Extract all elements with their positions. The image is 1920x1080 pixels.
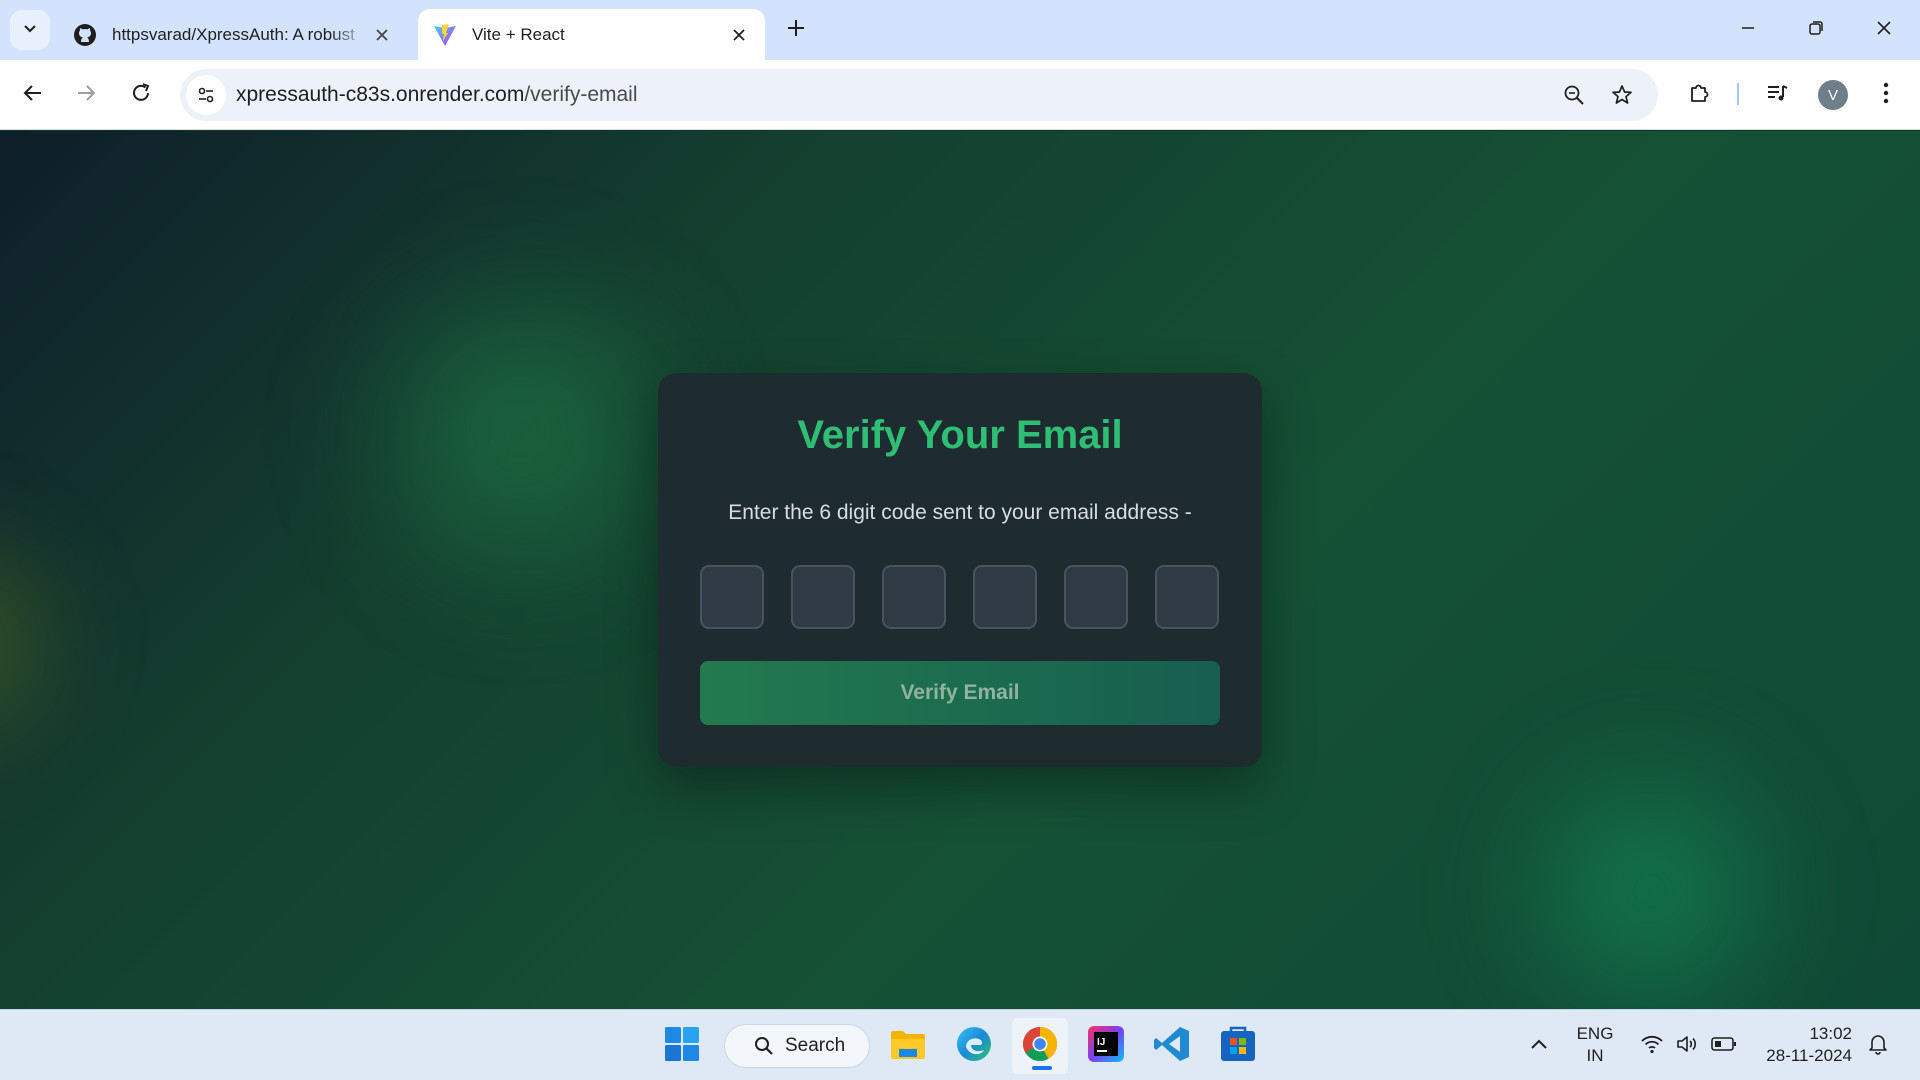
bell-icon — [1868, 1033, 1888, 1060]
code-digit-input-2[interactable] — [791, 565, 855, 629]
close-tab-icon[interactable] — [725, 21, 753, 49]
close-icon — [1876, 20, 1892, 41]
address-bar[interactable]: xpressauth-c83s.onrender.com/verify-emai… — [180, 69, 1658, 121]
reload-button[interactable] — [121, 75, 161, 115]
volume-status[interactable] — [1674, 1032, 1702, 1060]
search-label: Search — [785, 1035, 846, 1056]
code-digit-input-6[interactable] — [1155, 565, 1219, 629]
taskbar-microsoft-store[interactable] — [1210, 1018, 1266, 1074]
menu-button[interactable] — [1866, 75, 1906, 115]
tab-title: Vite + React — [472, 24, 565, 44]
taskbar-file-explorer[interactable] — [880, 1018, 936, 1074]
clock-time: 13:02 — [1809, 1024, 1852, 1043]
new-tab-button[interactable] — [780, 14, 812, 46]
clock[interactable]: 13:02 28-11-2024 — [1756, 1023, 1852, 1067]
close-window-button[interactable] — [1866, 12, 1902, 48]
background-glow — [1480, 721, 1820, 1009]
speaker-icon — [1676, 1034, 1700, 1059]
browser-tab-strip: httpsvarad/XpressAuth: A robust Vite + R… — [0, 0, 1920, 60]
minimize-button[interactable] — [1730, 12, 1766, 48]
search-icon — [753, 1035, 775, 1057]
bookmark-star-icon[interactable] — [1602, 75, 1642, 115]
code-digit-input-5[interactable] — [1064, 565, 1128, 629]
intellij-icon: IJ — [1087, 1025, 1125, 1068]
url-text: xpressauth-c83s.onrender.com/verify-emai… — [236, 83, 638, 107]
chrome-icon — [1021, 1025, 1059, 1068]
chevron-up-icon — [1530, 1037, 1548, 1055]
clock-date: 28-11-2024 — [1766, 1046, 1852, 1065]
instruction-text: Enter the 6 digit code sent to your emai… — [728, 501, 1192, 524]
avatar: V — [1818, 80, 1848, 110]
restore-button[interactable] — [1798, 12, 1834, 48]
active-app-indicator — [1032, 1066, 1052, 1070]
extensions-button[interactable] — [1679, 75, 1719, 115]
tab-title: httpsvarad/XpressAuth: A robust — [112, 24, 355, 44]
page-title: Verify Your Email — [797, 413, 1123, 457]
verify-email-button[interactable]: Verify Email — [700, 661, 1220, 725]
microsoft-store-icon — [1219, 1025, 1257, 1068]
taskbar-edge[interactable] — [946, 1018, 1002, 1074]
chevron-down-icon — [22, 20, 38, 41]
minimize-icon — [1740, 20, 1756, 41]
wifi-icon — [1640, 1034, 1664, 1059]
battery-status[interactable] — [1710, 1032, 1738, 1060]
tab-search-button[interactable] — [10, 10, 50, 50]
svg-text:IJ: IJ — [1097, 1037, 1105, 1048]
toolbar-divider — [1737, 83, 1739, 105]
edge-icon — [955, 1025, 993, 1068]
language-label: ENG — [1576, 1024, 1614, 1043]
forward-button[interactable] — [66, 75, 106, 115]
start-button[interactable] — [654, 1018, 710, 1074]
profile-button[interactable]: V — [1813, 75, 1853, 115]
verify-email-card: Verify Your Email Enter the 6 digit code… — [658, 373, 1262, 767]
tab-github[interactable]: httpsvarad/XpressAuth: A robust — [58, 9, 408, 60]
arrow-left-icon — [22, 82, 44, 109]
notifications-button[interactable] — [1864, 1032, 1892, 1060]
puzzle-icon — [1687, 81, 1711, 110]
taskbar-search[interactable]: Search — [724, 1024, 870, 1068]
code-input-group — [700, 565, 1220, 629]
site-settings-icon[interactable] — [186, 75, 226, 115]
plus-icon — [786, 18, 806, 43]
page-background: Verify Your Email Enter the 6 digit code… — [0, 131, 1920, 1009]
github-icon — [72, 22, 98, 48]
reload-icon — [130, 82, 152, 109]
taskbar-vscode[interactable] — [1144, 1018, 1200, 1074]
url-domain: xpressauth-c83s.onrender.com — [236, 83, 525, 106]
input-language[interactable]: ENG IN — [1570, 1023, 1620, 1067]
background-glow — [0, 491, 80, 791]
browser-toolbar: xpressauth-c83s.onrender.com/verify-emai… — [0, 60, 1920, 130]
windows-start-icon — [664, 1026, 700, 1067]
region-label: IN — [1586, 1046, 1604, 1065]
close-tab-icon[interactable] — [368, 21, 396, 49]
zoom-icon[interactable] — [1554, 75, 1594, 115]
playlist-music-icon — [1765, 81, 1789, 110]
code-digit-input-4[interactable] — [973, 565, 1037, 629]
battery-icon — [1711, 1036, 1737, 1057]
tab-vite-react[interactable]: Vite + React — [418, 9, 765, 60]
file-explorer-icon — [889, 1027, 927, 1066]
vite-icon — [432, 22, 458, 48]
arrow-right-icon — [75, 82, 97, 109]
restore-icon — [1808, 20, 1824, 41]
taskbar-intellij[interactable]: IJ — [1078, 1018, 1134, 1074]
code-digit-input-1[interactable] — [700, 565, 764, 629]
code-digit-input-3[interactable] — [882, 565, 946, 629]
url-path: /verify-email — [524, 83, 638, 106]
back-button[interactable] — [13, 75, 53, 115]
media-controls-button[interactable] — [1757, 75, 1797, 115]
wifi-status[interactable] — [1638, 1032, 1666, 1060]
show-hidden-icons[interactable] — [1525, 1032, 1553, 1060]
vscode-icon — [1153, 1025, 1191, 1068]
windows-taskbar: Search IJ ENG IN 13:02 28-11-2024 — [0, 1009, 1920, 1080]
more-vertical-icon — [1883, 82, 1889, 109]
